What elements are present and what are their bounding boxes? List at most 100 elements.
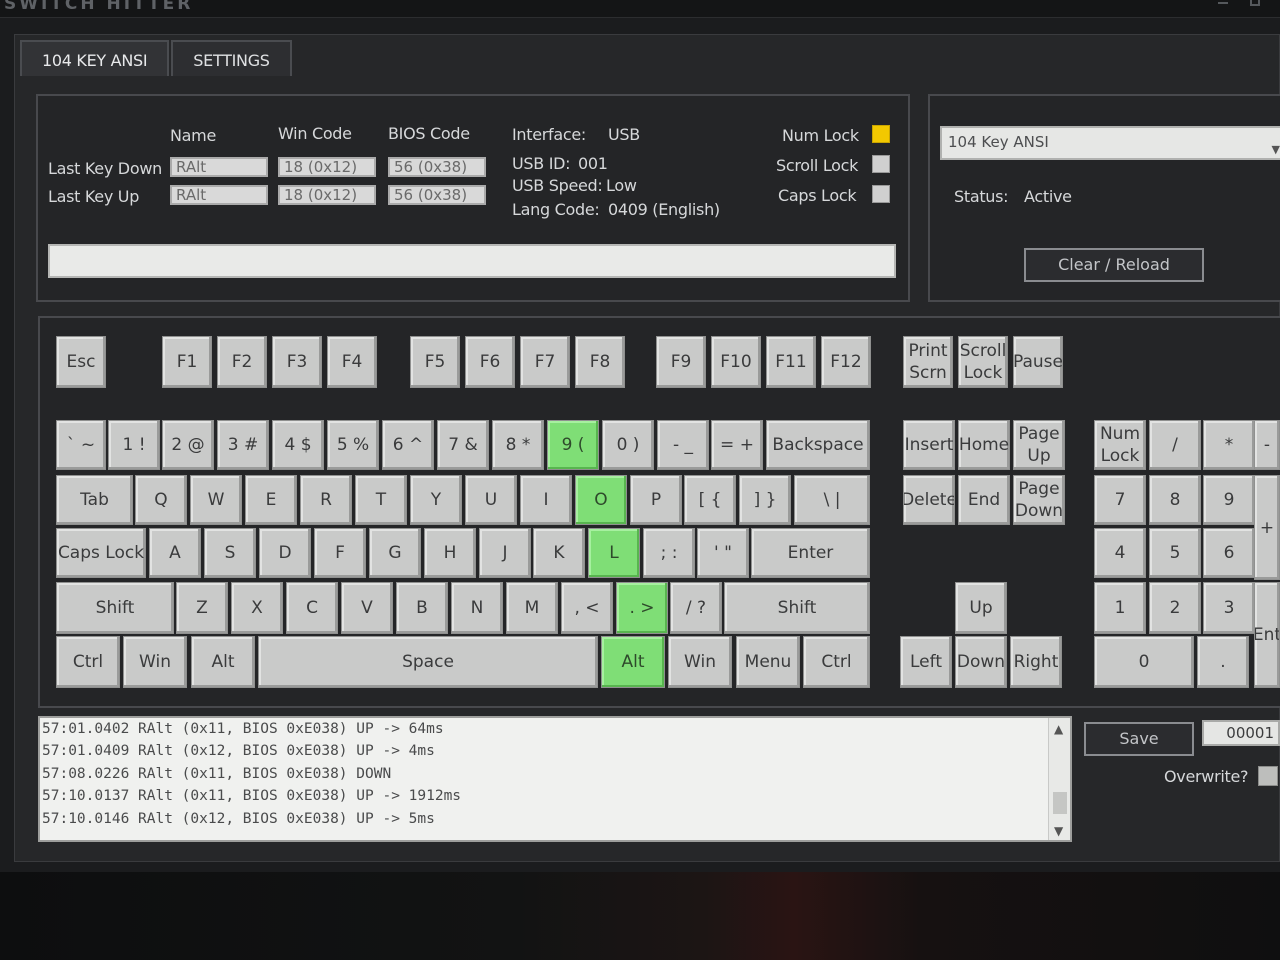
key-z[interactable]: Z	[176, 582, 228, 634]
key-backslash[interactable]: \ |	[794, 475, 870, 525]
key-right-bracket[interactable]: ] }	[739, 475, 791, 525]
key-v[interactable]: V	[341, 582, 393, 634]
layout-select[interactable]: 104 Key ANSI ▼	[940, 126, 1280, 160]
key-e[interactable]: E	[245, 475, 297, 525]
key-num-7[interactable]: 7	[1094, 475, 1146, 525]
key-u[interactable]: U	[465, 475, 517, 525]
key-num-4[interactable]: 4	[1094, 528, 1146, 578]
key-8[interactable]: 8 *	[492, 420, 544, 470]
key-num-0[interactable]: 0	[1094, 636, 1194, 688]
key-page-up[interactable]: Page Up	[1013, 420, 1065, 470]
key-g[interactable]: G	[369, 528, 421, 578]
key-f1[interactable]: F1	[162, 336, 212, 388]
key-j[interactable]: J	[479, 528, 531, 578]
key-end[interactable]: End	[958, 475, 1010, 525]
key-6[interactable]: 6 ^	[382, 420, 434, 470]
key-left-ctrl[interactable]: Ctrl	[56, 636, 120, 688]
key-c[interactable]: C	[286, 582, 338, 634]
key-up[interactable]: Up	[955, 582, 1007, 634]
save-button[interactable]: Save	[1084, 722, 1194, 756]
key-t[interactable]: T	[355, 475, 407, 525]
key-7[interactable]: 7 &	[437, 420, 489, 470]
tab-104-key-ansi[interactable]: 104 KEY ANSI	[20, 40, 170, 76]
key-num-minus[interactable]: -	[1254, 420, 1280, 470]
key-right-ctrl[interactable]: Ctrl	[803, 636, 870, 688]
scroll-down-icon[interactable]: ▼	[1054, 824, 1063, 838]
clear-reload-button[interactable]: Clear / Reload	[1024, 248, 1204, 282]
key-period[interactable]: . >	[616, 582, 668, 634]
scroll-up-icon[interactable]: ▲	[1054, 722, 1063, 736]
key-delete[interactable]: Delete	[903, 475, 955, 525]
key-num-6[interactable]: 6	[1203, 528, 1255, 578]
key-num-5[interactable]: 5	[1149, 528, 1201, 578]
key-right[interactable]: Right	[1010, 636, 1062, 688]
key-f5[interactable]: F5	[410, 336, 460, 388]
key-r[interactable]: R	[300, 475, 352, 525]
key-s[interactable]: S	[204, 528, 256, 578]
key-scroll-lock[interactable]: Scroll Lock	[958, 336, 1008, 388]
key-left-bracket[interactable]: [ {	[684, 475, 736, 525]
key-x[interactable]: X	[231, 582, 283, 634]
key-menu[interactable]: Menu	[736, 636, 800, 688]
key-num-lock[interactable]: Num Lock	[1094, 420, 1146, 470]
key-f2[interactable]: F2	[217, 336, 267, 388]
key-f3[interactable]: F3	[272, 336, 322, 388]
key-k[interactable]: K	[533, 528, 585, 578]
key-left-alt[interactable]: Alt	[191, 636, 255, 688]
key-num-divide[interactable]: /	[1149, 420, 1201, 470]
key-o[interactable]: O	[575, 475, 627, 525]
key-l[interactable]: L	[588, 528, 640, 578]
tab-settings[interactable]: SETTINGS	[171, 40, 292, 76]
key-page-down[interactable]: Page Down	[1013, 475, 1065, 525]
key-0[interactable]: 0 )	[602, 420, 654, 470]
key-i[interactable]: I	[520, 475, 572, 525]
key-5[interactable]: 5 %	[327, 420, 379, 470]
key-f6[interactable]: F6	[465, 336, 515, 388]
key-num-enter[interactable]: Ent	[1254, 582, 1280, 688]
key-down[interactable]: Down	[955, 636, 1007, 688]
key-enter[interactable]: Enter	[751, 528, 870, 578]
key-left[interactable]: Left	[900, 636, 952, 688]
key-num-plus[interactable]: +	[1254, 475, 1280, 580]
key-p[interactable]: P	[630, 475, 682, 525]
key-h[interactable]: H	[424, 528, 476, 578]
key-f9[interactable]: F9	[656, 336, 706, 388]
scrollbar-thumb[interactable]	[1053, 792, 1067, 814]
key-equals[interactable]: = +	[711, 420, 763, 470]
key-num-multiply[interactable]: *	[1203, 420, 1255, 470]
key-f12[interactable]: F12	[821, 336, 871, 388]
key-semicolon[interactable]: ; :	[643, 528, 695, 578]
key-num-3[interactable]: 3	[1203, 582, 1255, 634]
key-n[interactable]: N	[451, 582, 503, 634]
key-num-9[interactable]: 9	[1203, 475, 1255, 525]
key-left-win[interactable]: Win	[123, 636, 187, 688]
key-9[interactable]: 9 (	[547, 420, 599, 470]
key-3[interactable]: 3 #	[217, 420, 269, 470]
key-minus[interactable]: - _	[657, 420, 709, 470]
key-w[interactable]: W	[190, 475, 242, 525]
maximize-icon[interactable]	[1250, 0, 1260, 6]
key-caps-lock[interactable]: Caps Lock	[56, 528, 146, 578]
key-comma[interactable]: , <	[561, 582, 613, 634]
key-d[interactable]: D	[259, 528, 311, 578]
key-backtick[interactable]: ` ~	[56, 420, 106, 470]
key-num-8[interactable]: 8	[1149, 475, 1201, 525]
chevron-down-icon[interactable]: ▼	[1272, 136, 1280, 164]
key-right-shift[interactable]: Shift	[724, 582, 870, 634]
key-2[interactable]: 2 @	[162, 420, 214, 470]
key-m[interactable]: M	[506, 582, 558, 634]
key-1[interactable]: 1 !	[108, 420, 160, 470]
key-num-decimal[interactable]: .	[1197, 636, 1249, 688]
key-num-1[interactable]: 1	[1094, 582, 1146, 634]
overwrite-checkbox[interactable]	[1258, 766, 1278, 786]
key-backspace[interactable]: Backspace	[766, 420, 870, 470]
key-f[interactable]: F	[314, 528, 366, 578]
event-log[interactable]: 57:01.0402 RAlt (0x11, BIOS 0xE038) UP -…	[38, 716, 1072, 842]
key-esc[interactable]: Esc	[56, 336, 106, 388]
key-pause[interactable]: Pause	[1013, 336, 1063, 388]
key-right-win[interactable]: Win	[668, 636, 732, 688]
key-y[interactable]: Y	[410, 475, 462, 525]
key-insert[interactable]: Insert	[903, 420, 955, 470]
log-scrollbar[interactable]: ▲ ▼	[1048, 718, 1070, 840]
key-f10[interactable]: F10	[711, 336, 761, 388]
